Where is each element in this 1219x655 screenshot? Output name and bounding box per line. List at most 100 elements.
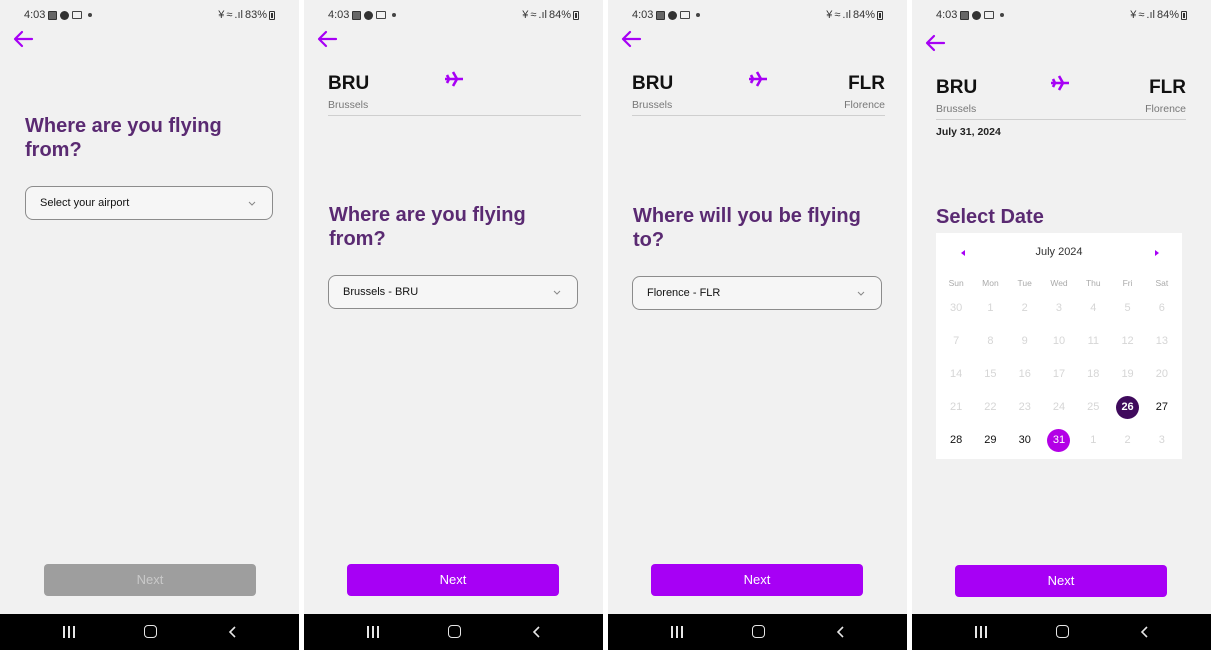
calendar-day-number: 10: [1052, 335, 1066, 347]
arrow-left-icon[interactable]: [620, 30, 642, 48]
calendar-day-number: 6: [1158, 302, 1165, 314]
date-picker-calendar: July 2024 Sun Mon Tue Wed Thu Fri Sat 30 1 2 3 4 5 6…: [936, 233, 1182, 459]
next-button[interactable]: Next: [347, 564, 559, 596]
recent-apps-icon[interactable]: [367, 626, 379, 638]
signal-icon: .ıl: [234, 9, 243, 21]
destination-code: FLR: [1149, 77, 1186, 98]
mail-icon: [680, 11, 691, 19]
calendar-day-number: 23: [1018, 401, 1031, 413]
destination-city: Florence: [844, 99, 885, 111]
signal-icon: .ıl: [1146, 9, 1155, 21]
weekday-label: Tue: [1017, 278, 1032, 288]
battery-icon: [573, 10, 579, 20]
back-icon[interactable]: [228, 625, 238, 639]
airport-dropdown[interactable]: Brussels - BRU: [328, 275, 578, 309]
calendar-day: 14: [939, 358, 973, 391]
origin-code: BRU: [328, 73, 370, 94]
dot-icon: [696, 13, 701, 17]
calendar-day: 2: [1008, 292, 1042, 325]
home-icon[interactable]: [1056, 625, 1069, 638]
destination-code: FLR: [848, 73, 885, 94]
wifi-icon: ≈: [226, 9, 233, 21]
status-bar: 4:03 ¥ ≈ .ıl 84%: [936, 7, 1187, 23]
next-button[interactable]: Next: [44, 564, 256, 596]
calendar-day-number: 7: [953, 335, 960, 347]
system-nav-bar: [608, 614, 907, 650]
weekday-label: Mon: [982, 278, 999, 288]
calendar-day-number: 8: [987, 335, 994, 347]
calendar-day: 12: [1110, 325, 1144, 358]
app-icon: [364, 10, 374, 20]
back-icon[interactable]: [532, 625, 542, 639]
app-icon: [668, 10, 678, 20]
dropdown-value: Florence - FLR: [647, 287, 721, 299]
arrow-left-icon[interactable]: [924, 34, 946, 52]
calendar-day-number: 5: [1124, 302, 1131, 314]
origin-city: Brussels: [936, 103, 977, 115]
calendar-day-number: 16: [1018, 368, 1031, 380]
weekday-label: Wed: [1050, 278, 1068, 288]
arrow-left-icon[interactable]: [316, 30, 338, 48]
calendar-day: 7: [939, 325, 973, 358]
calendar-day[interactable]: 29: [973, 424, 1007, 457]
calendar-day[interactable]: 30: [1008, 424, 1042, 457]
calendar-day: 3: [1145, 424, 1179, 457]
home-icon[interactable]: [448, 625, 461, 638]
question-title: Where are you flying from?: [329, 204, 526, 250]
system-nav-bar: [912, 614, 1211, 650]
next-month-icon[interactable]: [1155, 250, 1159, 256]
back-icon[interactable]: [836, 625, 846, 639]
calendar-day[interactable]: 31: [1042, 424, 1076, 457]
calendar-day: 9: [1008, 325, 1042, 358]
calendar-day-number: 13: [1155, 335, 1168, 347]
chevron-down-icon: [857, 291, 865, 296]
calendar-day[interactable]: 28: [939, 424, 973, 457]
home-icon[interactable]: [752, 625, 765, 638]
airport-dropdown[interactable]: Florence - FLR: [632, 276, 882, 310]
calendar-day: 19: [1110, 358, 1144, 391]
recent-apps-icon[interactable]: [63, 626, 75, 638]
back-icon[interactable]: [1140, 625, 1150, 639]
recent-apps-icon[interactable]: [975, 626, 987, 638]
weekday-label: Fri: [1122, 278, 1133, 288]
home-icon[interactable]: [144, 625, 157, 638]
app-icon: [60, 10, 70, 20]
next-button[interactable]: Next: [955, 565, 1167, 597]
route-header: BRU Brussels FLR Florence: [632, 70, 885, 116]
origin-city: Brussels: [632, 99, 673, 111]
calendar-day-number: 14: [950, 368, 963, 380]
mute-icon: ¥: [1130, 9, 1137, 21]
calendar-day: 4: [1076, 292, 1110, 325]
calendar-month-label: July 2024: [1035, 246, 1083, 258]
dot-icon: [1000, 13, 1005, 17]
calendar-day[interactable]: 26: [1110, 391, 1144, 424]
calendar-day-number: 27: [1155, 401, 1168, 413]
system-nav-bar: [0, 614, 299, 650]
status-bar: 4:03 ¥ ≈ .ıl 84%: [632, 7, 883, 23]
system-nav-bar: [304, 614, 603, 650]
recent-apps-icon[interactable]: [671, 626, 683, 638]
battery-level: 84%: [852, 9, 875, 21]
calendar-day[interactable]: 27: [1145, 391, 1179, 424]
gallery-icon: [48, 10, 58, 20]
weekday-label: Thu: [1085, 278, 1101, 288]
screen-origin-selected: 4:03 ¥ ≈ .ıl 84% BRU Brussels Where are …: [304, 0, 603, 650]
calendar-day-number: 26: [1116, 396, 1140, 419]
question-title: Where are you flying from?: [25, 115, 222, 161]
wifi-icon: ≈: [1138, 9, 1145, 21]
calendar-day: 16: [1008, 358, 1042, 391]
arrow-left-icon[interactable]: [12, 30, 34, 48]
question-title: Where will you be flying to?: [633, 205, 861, 251]
mail-icon: [984, 11, 995, 19]
wifi-icon: ≈: [834, 9, 841, 21]
calendar-day: 15: [973, 358, 1007, 391]
airport-dropdown[interactable]: Select your airport: [25, 186, 273, 220]
chevron-down-icon: [248, 201, 256, 206]
mute-icon: ¥: [826, 9, 833, 21]
calendar-day: 5: [1110, 292, 1144, 325]
status-time: 4:03: [936, 9, 958, 21]
calendar-day-number: 11: [1087, 335, 1099, 347]
calendar-day: 23: [1008, 391, 1042, 424]
calendar-day: 11: [1076, 325, 1110, 358]
next-button[interactable]: Next: [651, 564, 863, 596]
